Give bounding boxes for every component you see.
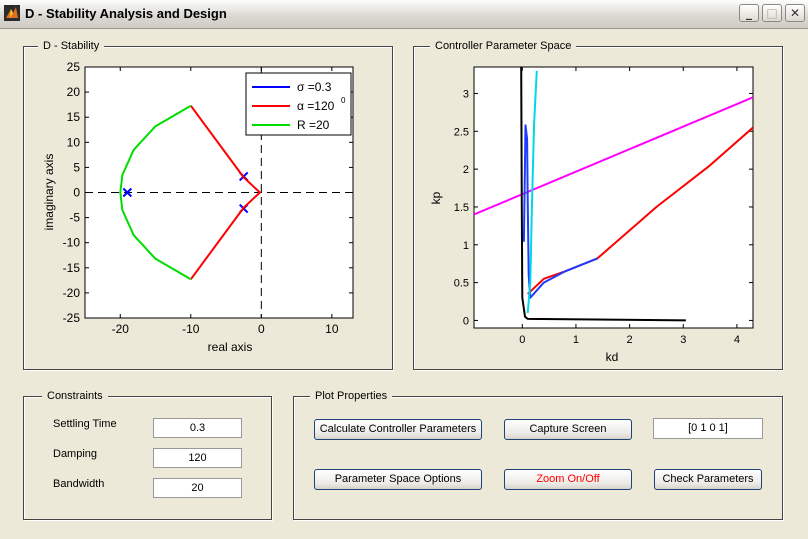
- bandwidth-label: Bandwidth: [53, 478, 105, 490]
- damping-field[interactable]: 120: [153, 448, 242, 468]
- y-tick-label: 0: [463, 315, 469, 327]
- zoom-toggle-button[interactable]: Zoom On/Off: [504, 469, 632, 490]
- settling-time-field[interactable]: 0.3: [153, 418, 242, 438]
- plot-properties-panel: Plot Properties: [293, 390, 783, 520]
- vector-field[interactable]: [0 1 0 1]: [653, 418, 763, 439]
- x-tick-label: 0: [519, 334, 525, 346]
- y-tick-label: 1.5: [454, 202, 469, 214]
- calculate-controller-parameters-button[interactable]: Calculate Controller Parameters: [314, 419, 482, 440]
- constraints-panel-title: Constraints: [42, 390, 108, 402]
- capture-screen-button[interactable]: Capture Screen: [504, 419, 632, 440]
- settling-time-label: Settling Time: [53, 418, 117, 430]
- controller-space-xlabel: kd: [606, 350, 619, 364]
- y-tick-label: 1: [463, 240, 469, 252]
- controller-space-ylabel: kp: [429, 191, 443, 204]
- y-tick-label: 3: [463, 88, 469, 100]
- main-window: D - Stability Analysis and Design _ □ ✕ …: [0, 0, 808, 539]
- x-tick-label: 1: [573, 334, 579, 346]
- check-parameters-button[interactable]: Check Parameters: [654, 469, 762, 490]
- y-tick-label: 2: [463, 164, 469, 176]
- x-tick-label: 2: [627, 334, 633, 346]
- y-tick-label: 2.5: [454, 126, 469, 138]
- parameter-space-options-button[interactable]: Parameter Space Options: [314, 469, 482, 490]
- plot-properties-panel-title: Plot Properties: [310, 390, 393, 402]
- bandwidth-field[interactable]: 20: [153, 478, 242, 498]
- x-tick-label: 3: [680, 334, 686, 346]
- x-tick-label: 4: [734, 334, 740, 346]
- y-tick-label: 0.5: [454, 278, 469, 290]
- damping-label: Damping: [53, 448, 98, 460]
